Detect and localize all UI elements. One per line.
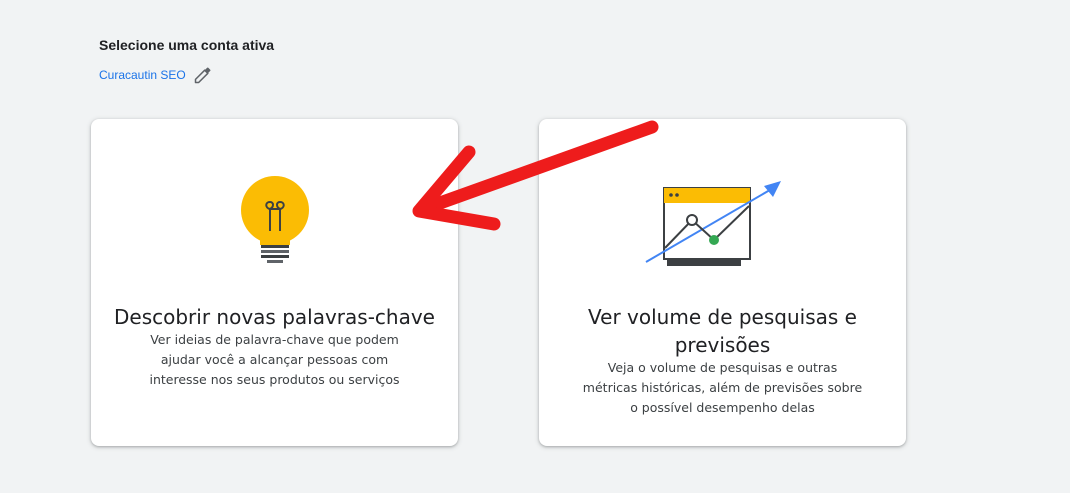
card-description: Ver ideias de palavra-chave que podem aj… <box>149 332 400 387</box>
account-link[interactable]: Curacautin SEO <box>99 68 186 82</box>
page-title: Selecione uma conta ativa <box>99 37 275 53</box>
card-description: Veja o volume de pesquisas e outras métr… <box>582 360 863 415</box>
active-account-row: Curacautin SEO <box>99 65 213 85</box>
discover-keywords-card[interactable]: Descobrir novas palavras-chave Ver ideia… <box>91 119 458 446</box>
trend-chart-icon <box>539 177 906 277</box>
search-volume-card[interactable]: Ver volume de pesquisas e previsões Veja… <box>539 119 906 446</box>
card-title: Ver volume de pesquisas e previsões <box>588 305 857 357</box>
pencil-icon[interactable] <box>193 65 213 85</box>
card-title: Descobrir novas palavras-chave <box>114 305 435 329</box>
lightbulb-icon <box>91 169 458 274</box>
